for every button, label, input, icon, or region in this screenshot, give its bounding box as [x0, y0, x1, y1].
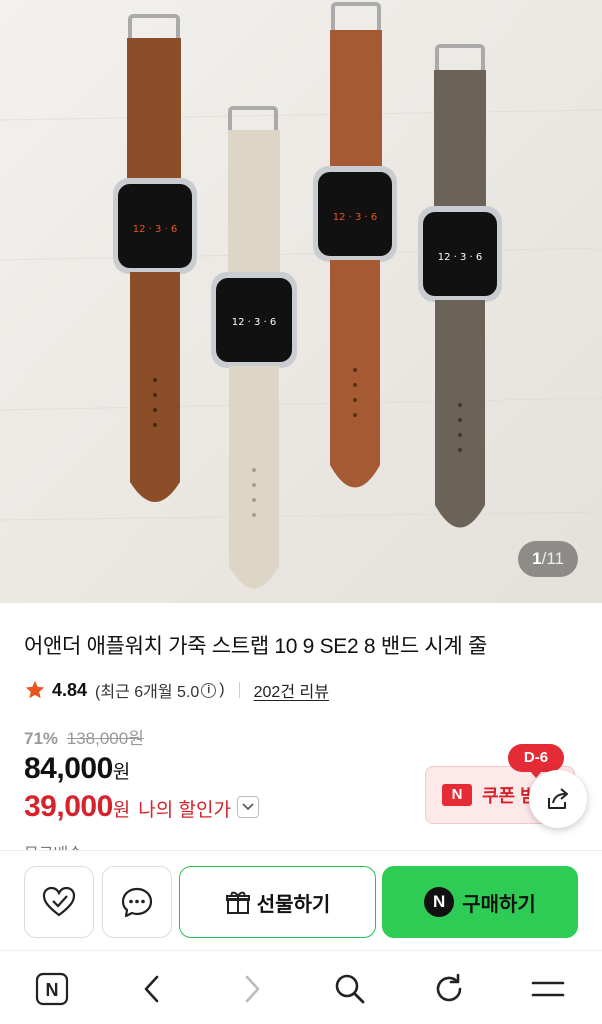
menu-button[interactable]	[528, 969, 568, 1009]
product-title: 어앤더 애플워치 가죽 스트랩 10 9 SE2 8 밴드 시계 줄	[24, 635, 487, 658]
recent-rating-text: (최근 6개월 5.0	[95, 684, 200, 701]
svg-text:12 · 3 · 6: 12 · 3 · 6	[133, 224, 178, 235]
buy-button-label: 구매하기	[462, 893, 536, 916]
original-price: 138,000원	[66, 729, 144, 748]
image-counter-current: 1	[532, 549, 542, 568]
svg-text:12 · 3 · 6: 12 · 3 · 6	[438, 252, 483, 263]
browser-nav-bar: N	[0, 950, 602, 1024]
refresh-button[interactable]	[429, 969, 469, 1009]
image-counter: 1 / 11	[518, 541, 578, 577]
heart-check-icon	[42, 886, 76, 917]
discount-rate: 71%	[24, 729, 59, 748]
image-counter-total: 11	[546, 549, 564, 568]
back-button[interactable]	[132, 969, 172, 1009]
gift-button-label: 선물하기	[256, 893, 331, 916]
home-button[interactable]: N	[32, 969, 72, 1009]
gift-icon	[225, 891, 250, 914]
info-icon[interactable]: i	[201, 682, 217, 698]
chevron-right-icon	[245, 975, 260, 1003]
chevron-down-icon[interactable]	[236, 796, 259, 818]
sale-price-unit: 원	[112, 762, 131, 783]
forward-button[interactable]	[232, 969, 272, 1009]
home-badge-text: N	[46, 980, 59, 1000]
review-count-link[interactable]: 202건 리뷰	[254, 678, 329, 702]
my-discount-price: 39,000	[24, 790, 113, 823]
chevron-left-icon	[144, 975, 159, 1003]
price-row: 84,000원	[24, 752, 130, 786]
gift-button[interactable]: 선물하기	[179, 866, 376, 938]
purchase-action-bar: 선물하기 N 구매하기	[0, 850, 602, 950]
wishlist-button[interactable]	[24, 866, 94, 938]
menu-icon	[531, 981, 565, 997]
chat-bubble-icon	[121, 887, 153, 918]
divider	[238, 682, 240, 698]
buy-button[interactable]: N 구매하기	[382, 866, 578, 938]
original-price-row: 71% 138,000원	[24, 724, 144, 749]
naver-badge: N	[442, 784, 472, 806]
my-discount-label: 나의 할인가	[138, 800, 231, 821]
share-icon	[548, 788, 568, 809]
refresh-icon	[436, 973, 462, 1002]
sale-price: 84,000	[24, 752, 113, 785]
naver-home-icon: N	[35, 972, 69, 1006]
share-button[interactable]	[529, 770, 587, 828]
dday-badge: D-6	[508, 744, 564, 778]
rating-score: 4.84	[52, 679, 88, 700]
search-icon	[335, 974, 365, 1004]
recent-rating-close: )	[219, 681, 225, 698]
rating-row: 4.84 (최근 6개월 5.0 i ) 202건 리뷰	[24, 678, 329, 702]
product-image[interactable]: 12 · 3 · 6 12 · 3 · 6 12 · 3 · 6 12 · 3 …	[0, 0, 602, 603]
my-discount-unit: 원	[112, 800, 131, 821]
my-discount-row[interactable]: 39,000 원 나의 할인가	[24, 790, 259, 824]
star-icon	[25, 680, 45, 699]
svg-text:12 · 3 · 6: 12 · 3 · 6	[333, 212, 378, 223]
naver-pay-icon: N	[424, 887, 455, 917]
svg-text:12 · 3 · 6: 12 · 3 · 6	[232, 317, 277, 328]
chat-button[interactable]	[102, 866, 172, 938]
search-button[interactable]	[330, 969, 370, 1009]
watch-straps-illustration: 12 · 3 · 6 12 · 3 · 6 12 · 3 · 6 12 · 3 …	[0, 0, 602, 603]
